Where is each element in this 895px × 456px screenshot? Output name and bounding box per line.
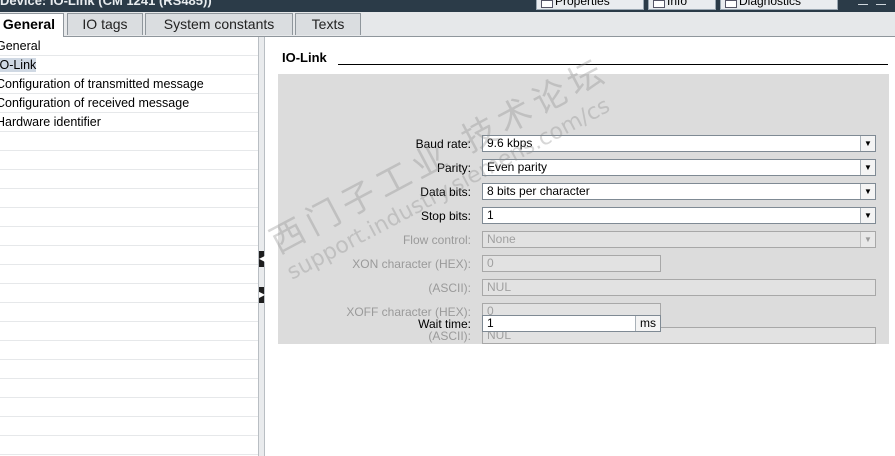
data-bits-label: Data bits: bbox=[420, 185, 471, 199]
nav-empty-row bbox=[0, 246, 258, 265]
nav-item-label: Hardware identifier bbox=[0, 115, 101, 129]
collapse-left-arrow-icon[interactable]: ◀ bbox=[259, 251, 265, 267]
nav-item-general[interactable]: General bbox=[0, 37, 258, 56]
baud-rate-label: Baud rate: bbox=[415, 137, 471, 151]
nav-empty-row bbox=[0, 227, 258, 246]
wait-time-label: Wait time: bbox=[418, 317, 471, 331]
inspector-tabs: General IO tags System constants Texts bbox=[0, 12, 895, 37]
nav-empty-row bbox=[0, 170, 258, 189]
window-header-strip: Device: IO-Link (CM 1241 (RS485)) Proper… bbox=[0, 0, 895, 12]
nav-item-label: Configuration of received message bbox=[0, 96, 190, 110]
tab-diagnostics[interactable]: Diagnostics bbox=[720, 0, 838, 10]
nav-empty-row bbox=[0, 379, 258, 398]
nav-empty-row bbox=[0, 398, 258, 417]
minimize-button[interactable] bbox=[858, 0, 868, 5]
pane-splitter[interactable]: ◀ ▶ bbox=[258, 37, 265, 456]
chevron-down-icon[interactable]: ▼ bbox=[860, 136, 875, 151]
xoff-ascii-label: (ASCII): bbox=[428, 329, 471, 343]
section-divider bbox=[338, 64, 888, 65]
nav-empty-row bbox=[0, 132, 258, 151]
chevron-down-icon[interactable]: ▼ bbox=[860, 208, 875, 223]
tab-diagnostics-label: Diagnostics bbox=[739, 0, 802, 8]
wait-time-unit: ms bbox=[635, 316, 660, 331]
parity-label: Parity: bbox=[436, 161, 471, 175]
baud-rate-value: 9.6 kbps bbox=[487, 136, 533, 150]
chevron-down-icon[interactable]: ▼ bbox=[860, 184, 875, 199]
xon-ascii-value: NUL bbox=[487, 280, 512, 294]
nav-empty-row bbox=[0, 341, 258, 360]
parity-dropdown[interactable]: Even parity ▼ bbox=[482, 159, 876, 176]
data-bits-value: 8 bits per character bbox=[487, 184, 590, 198]
baud-rate-dropdown[interactable]: 9.6 kbps ▼ bbox=[482, 135, 876, 152]
flow-control-label: Flow control: bbox=[402, 233, 471, 247]
parity-value: Even parity bbox=[487, 160, 548, 174]
tab-properties-label: Properties bbox=[555, 0, 610, 8]
nav-empty-row bbox=[0, 417, 258, 436]
properties-content: IO-Link Baud rate: 9.6 kbps ▼ Parity: Ev… bbox=[266, 37, 895, 456]
nav-empty-row bbox=[0, 265, 258, 284]
chevron-down-icon[interactable]: ▼ bbox=[860, 160, 875, 175]
stop-bits-label: Stop bits: bbox=[420, 209, 471, 223]
xon-hex-label: XON character (HEX): bbox=[352, 257, 471, 271]
tab-io-tags[interactable]: IO tags bbox=[67, 13, 143, 35]
tab-system-constants[interactable]: System constants bbox=[145, 13, 293, 35]
tab-general[interactable]: General bbox=[0, 13, 64, 37]
tab-properties[interactable]: Properties bbox=[536, 0, 644, 10]
diagnostics-icon bbox=[725, 0, 737, 8]
xon-hex-value: 0 bbox=[487, 256, 494, 270]
nav-item-received-message[interactable]: Configuration of received message bbox=[0, 94, 258, 113]
stop-bits-value: 1 bbox=[487, 208, 494, 222]
expand-right-arrow-icon[interactable]: ▶ bbox=[259, 287, 265, 303]
nav-empty-row bbox=[0, 189, 258, 208]
tab-info-label: Info bbox=[667, 0, 688, 8]
tab-info[interactable]: Info bbox=[648, 0, 716, 10]
nav-empty-row bbox=[0, 208, 258, 227]
nav-item-label: Configuration of transmitted message bbox=[0, 77, 204, 91]
properties-icon bbox=[541, 0, 553, 8]
nav-item-hardware-identifier[interactable]: Hardware identifier bbox=[0, 113, 258, 132]
section-title: IO-Link bbox=[282, 50, 327, 65]
wait-time-value: 1 bbox=[487, 316, 494, 330]
nav-empty-row bbox=[0, 151, 258, 170]
nav-item-label: IO-Link bbox=[0, 58, 37, 72]
nav-item-io-link[interactable]: IO-Link bbox=[0, 56, 258, 75]
flow-control-value: None bbox=[487, 232, 516, 246]
property-nav-tree: General IO-Link Configuration of transmi… bbox=[0, 37, 259, 456]
data-bits-dropdown[interactable]: 8 bits per character ▼ bbox=[482, 183, 876, 200]
nav-empty-row bbox=[0, 436, 258, 455]
nav-empty-row bbox=[0, 322, 258, 341]
wait-time-field[interactable]: 1 ms bbox=[482, 315, 661, 332]
flow-control-dropdown: None ▼ bbox=[482, 231, 876, 248]
nav-empty-row bbox=[0, 360, 258, 379]
nav-item-label: General bbox=[0, 39, 41, 53]
stop-bits-dropdown[interactable]: 1 ▼ bbox=[482, 207, 876, 224]
restore-button[interactable] bbox=[876, 0, 886, 5]
xon-ascii-label: (ASCII): bbox=[428, 281, 471, 295]
xon-ascii-field: NUL bbox=[482, 279, 876, 296]
window-title: Device: IO-Link (CM 1241 (RS485)) bbox=[0, 0, 212, 8]
nav-empty-row bbox=[0, 303, 258, 322]
tab-texts[interactable]: Texts bbox=[295, 13, 361, 35]
nav-empty-row bbox=[0, 284, 258, 303]
io-link-settings-panel: Baud rate: 9.6 kbps ▼ Parity: Even parit… bbox=[278, 74, 889, 344]
xon-hex-field: 0 bbox=[482, 255, 661, 272]
chevron-down-icon: ▼ bbox=[860, 232, 875, 247]
info-icon bbox=[653, 0, 665, 8]
nav-item-transmitted-message[interactable]: Configuration of transmitted message bbox=[0, 75, 258, 94]
